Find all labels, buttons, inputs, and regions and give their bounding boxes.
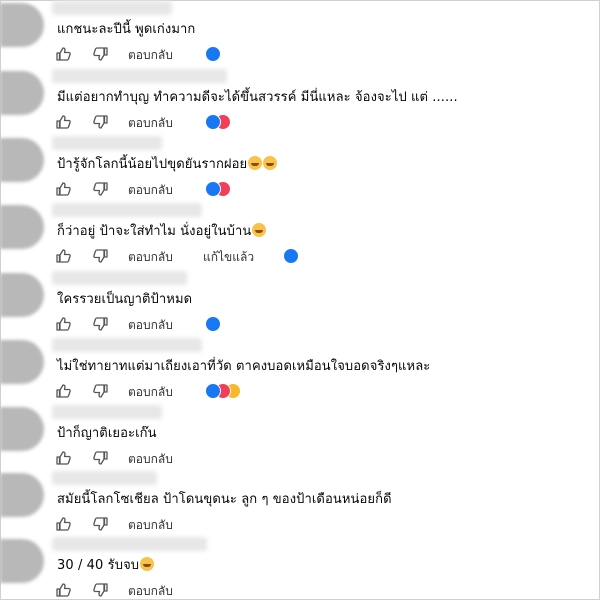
comment-text: ป้าก็ญาติเยอะเก๊น <box>57 425 157 443</box>
like-reaction-icon <box>205 46 221 62</box>
reply-button[interactable]: ตอบกลับ <box>128 582 173 601</box>
comment-text: สมัยนี้โลกโซเชียล ป้าโดนขุดนะ ลูก ๆ ของป… <box>57 491 392 509</box>
comment-text: ใครรวยเป็นญาติป้าหมด <box>57 291 192 309</box>
like-reaction-icon <box>205 181 221 197</box>
comment-text-content: ก็ว่าอยู่ ป้าจะใส่ทำไม นั่งอยู่ในบ้าน <box>57 224 252 239</box>
like-icon[interactable] <box>55 515 73 533</box>
reply-button[interactable]: ตอบกลับ <box>128 516 173 535</box>
avatar[interactable] <box>0 3 44 47</box>
comment-text-content: 30 / 40 รับจบ <box>57 558 140 573</box>
reply-button[interactable]: ตอบกลับ <box>128 114 173 133</box>
avatar[interactable] <box>0 473 44 517</box>
haha-emoji <box>248 156 263 170</box>
dislike-icon[interactable] <box>91 113 109 131</box>
comment-text: มีแต่อยากทำบุญ ทำความดีจะได้ขึ้นสวรรค์ ม… <box>57 89 458 107</box>
comment-actions: ตอบกลับ <box>55 449 595 469</box>
avatar[interactable] <box>0 273 44 317</box>
comment: ป้าก็ญาติเยอะเก๊นตอบกลับ <box>0 405 600 472</box>
reaction-summary[interactable] <box>205 383 241 399</box>
comment: ใครรวยเป็นญาติป้าหมดตอบกลับ <box>0 271 600 338</box>
like-reaction-icon <box>283 248 299 264</box>
reaction-summary[interactable] <box>205 114 231 130</box>
comment-text: ก็ว่าอยู่ ป้าจะใส่ทำไม นั่งอยู่ในบ้าน <box>57 223 267 241</box>
comment-text-content: ป้าก็ญาติเยอะเก๊น <box>57 426 157 441</box>
edited-label: แก้ไขแล้ว <box>203 250 255 264</box>
commenter-name-blurred[interactable] <box>52 136 162 150</box>
comment-text: ป้ารู้จักโลกนี้น้อยไปขุดยันรากฝอย <box>57 156 278 174</box>
commenter-name-blurred[interactable] <box>52 471 157 485</box>
comment-actions: ตอบกลับ <box>55 45 595 65</box>
reply-button[interactable]: ตอบกลับ <box>128 450 173 469</box>
reply-button[interactable]: ตอบกลับ <box>128 248 173 267</box>
like-icon[interactable] <box>55 113 73 131</box>
comment-text-content: มีแต่อยากทำบุญ ทำความดีจะได้ขึ้นสวรรค์ ม… <box>57 90 458 105</box>
comment: ไม่ใช่ทายาทแต่มาเถียงเอาที่วัด ตาคงบอดเห… <box>0 338 600 405</box>
like-icon[interactable] <box>55 180 73 198</box>
dislike-icon[interactable] <box>91 449 109 467</box>
avatar[interactable] <box>0 205 44 249</box>
reaction-summary[interactable] <box>283 248 299 264</box>
dislike-icon[interactable] <box>91 247 109 265</box>
commenter-name-blurred[interactable] <box>52 203 202 217</box>
reaction-summary[interactable] <box>205 181 231 197</box>
avatar[interactable] <box>0 340 44 384</box>
like-icon[interactable] <box>55 382 73 400</box>
dislike-icon[interactable] <box>91 581 109 599</box>
comment: มีแต่อยากทำบุญ ทำความดีจะได้ขึ้นสวรรค์ ม… <box>0 69 600 136</box>
comment-text-content: ไม่ใช่ทายาทแต่มาเถียงเอาที่วัด ตาคงบอดเห… <box>57 359 431 374</box>
commenter-name-blurred[interactable] <box>52 69 227 83</box>
avatar[interactable] <box>0 138 44 182</box>
commenter-name-blurred[interactable] <box>52 338 202 352</box>
comment: แกชนะละปีนี้ พูดเก่งมากตอบกลับ <box>0 1 600 68</box>
like-icon[interactable] <box>55 315 73 333</box>
grin-emoji <box>140 557 155 571</box>
comment-text: 30 / 40 รับจบ <box>57 557 155 575</box>
reply-button[interactable]: ตอบกลับ <box>128 181 173 200</box>
haha-emoji <box>263 156 278 170</box>
comment: ก็ว่าอยู่ ป้าจะใส่ทำไม นั่งอยู่ในบ้านตอบ… <box>0 203 600 270</box>
dislike-icon[interactable] <box>91 515 109 533</box>
comment-actions: ตอบกลับ <box>55 113 595 133</box>
comment-text-content: ใครรวยเป็นญาติป้าหมด <box>57 292 193 307</box>
comment-actions: ตอบกลับ <box>55 515 595 535</box>
comment-text: ไม่ใช่ทายาทแต่มาเถียงเอาที่วัด ตาคงบอดเห… <box>57 358 430 376</box>
dislike-icon[interactable] <box>91 315 109 333</box>
commenter-name-blurred[interactable] <box>52 271 187 285</box>
dislike-icon[interactable] <box>91 180 109 198</box>
like-icon[interactable] <box>55 247 73 265</box>
comment-text: แกชนะละปีนี้ พูดเก่งมาก <box>57 21 195 39</box>
reply-button[interactable]: ตอบกลับ <box>128 383 173 402</box>
comment: ป้ารู้จักโลกนี้น้อยไปขุดยันรากฝอยตอบกลับ <box>0 136 600 203</box>
avatar[interactable] <box>0 71 44 115</box>
comment: 30 / 40 รับจบตอบกลับ <box>0 537 600 604</box>
avatar[interactable] <box>0 539 44 583</box>
comment-actions: ตอบกลับ <box>55 382 595 402</box>
comment-actions: ตอบกลับ <box>55 315 595 335</box>
comment-text-content: ป้ารู้จักโลกนี้น้อยไปขุดยันรากฝอย <box>57 157 248 172</box>
comment-actions: ตอบกลับ แก้ไขแล้ว <box>55 247 595 267</box>
like-icon[interactable] <box>55 45 73 63</box>
reply-button[interactable]: ตอบกลับ <box>128 46 173 65</box>
dislike-icon[interactable] <box>91 382 109 400</box>
commenter-name-blurred[interactable] <box>52 537 207 551</box>
avatar[interactable] <box>0 407 44 451</box>
comment: สมัยนี้โลกโซเชียล ป้าโดนขุดนะ ลูก ๆ ของป… <box>0 471 600 538</box>
dislike-icon[interactable] <box>91 45 109 63</box>
commenter-name-blurred[interactable] <box>52 405 162 419</box>
reaction-summary[interactable] <box>205 316 221 332</box>
reply-button[interactable]: ตอบกลับ <box>128 316 173 335</box>
comment-actions: ตอบกลับ <box>55 180 595 200</box>
grin-emoji <box>252 223 267 237</box>
like-reaction-icon <box>205 114 221 130</box>
comment-actions: ตอบกลับ <box>55 581 595 601</box>
like-icon[interactable] <box>55 449 73 467</box>
commenter-name-blurred[interactable] <box>52 1 172 15</box>
comment-text-content: แกชนะละปีนี้ พูดเก่งมาก <box>57 22 196 37</box>
like-reaction-icon <box>205 316 221 332</box>
like-icon[interactable] <box>55 581 73 599</box>
reaction-summary[interactable] <box>205 46 221 62</box>
comment-text-content: สมัยนี้โลกโซเชียล ป้าโดนขุดนะ ลูก ๆ ของป… <box>57 492 392 507</box>
like-reaction-icon <box>205 383 221 399</box>
